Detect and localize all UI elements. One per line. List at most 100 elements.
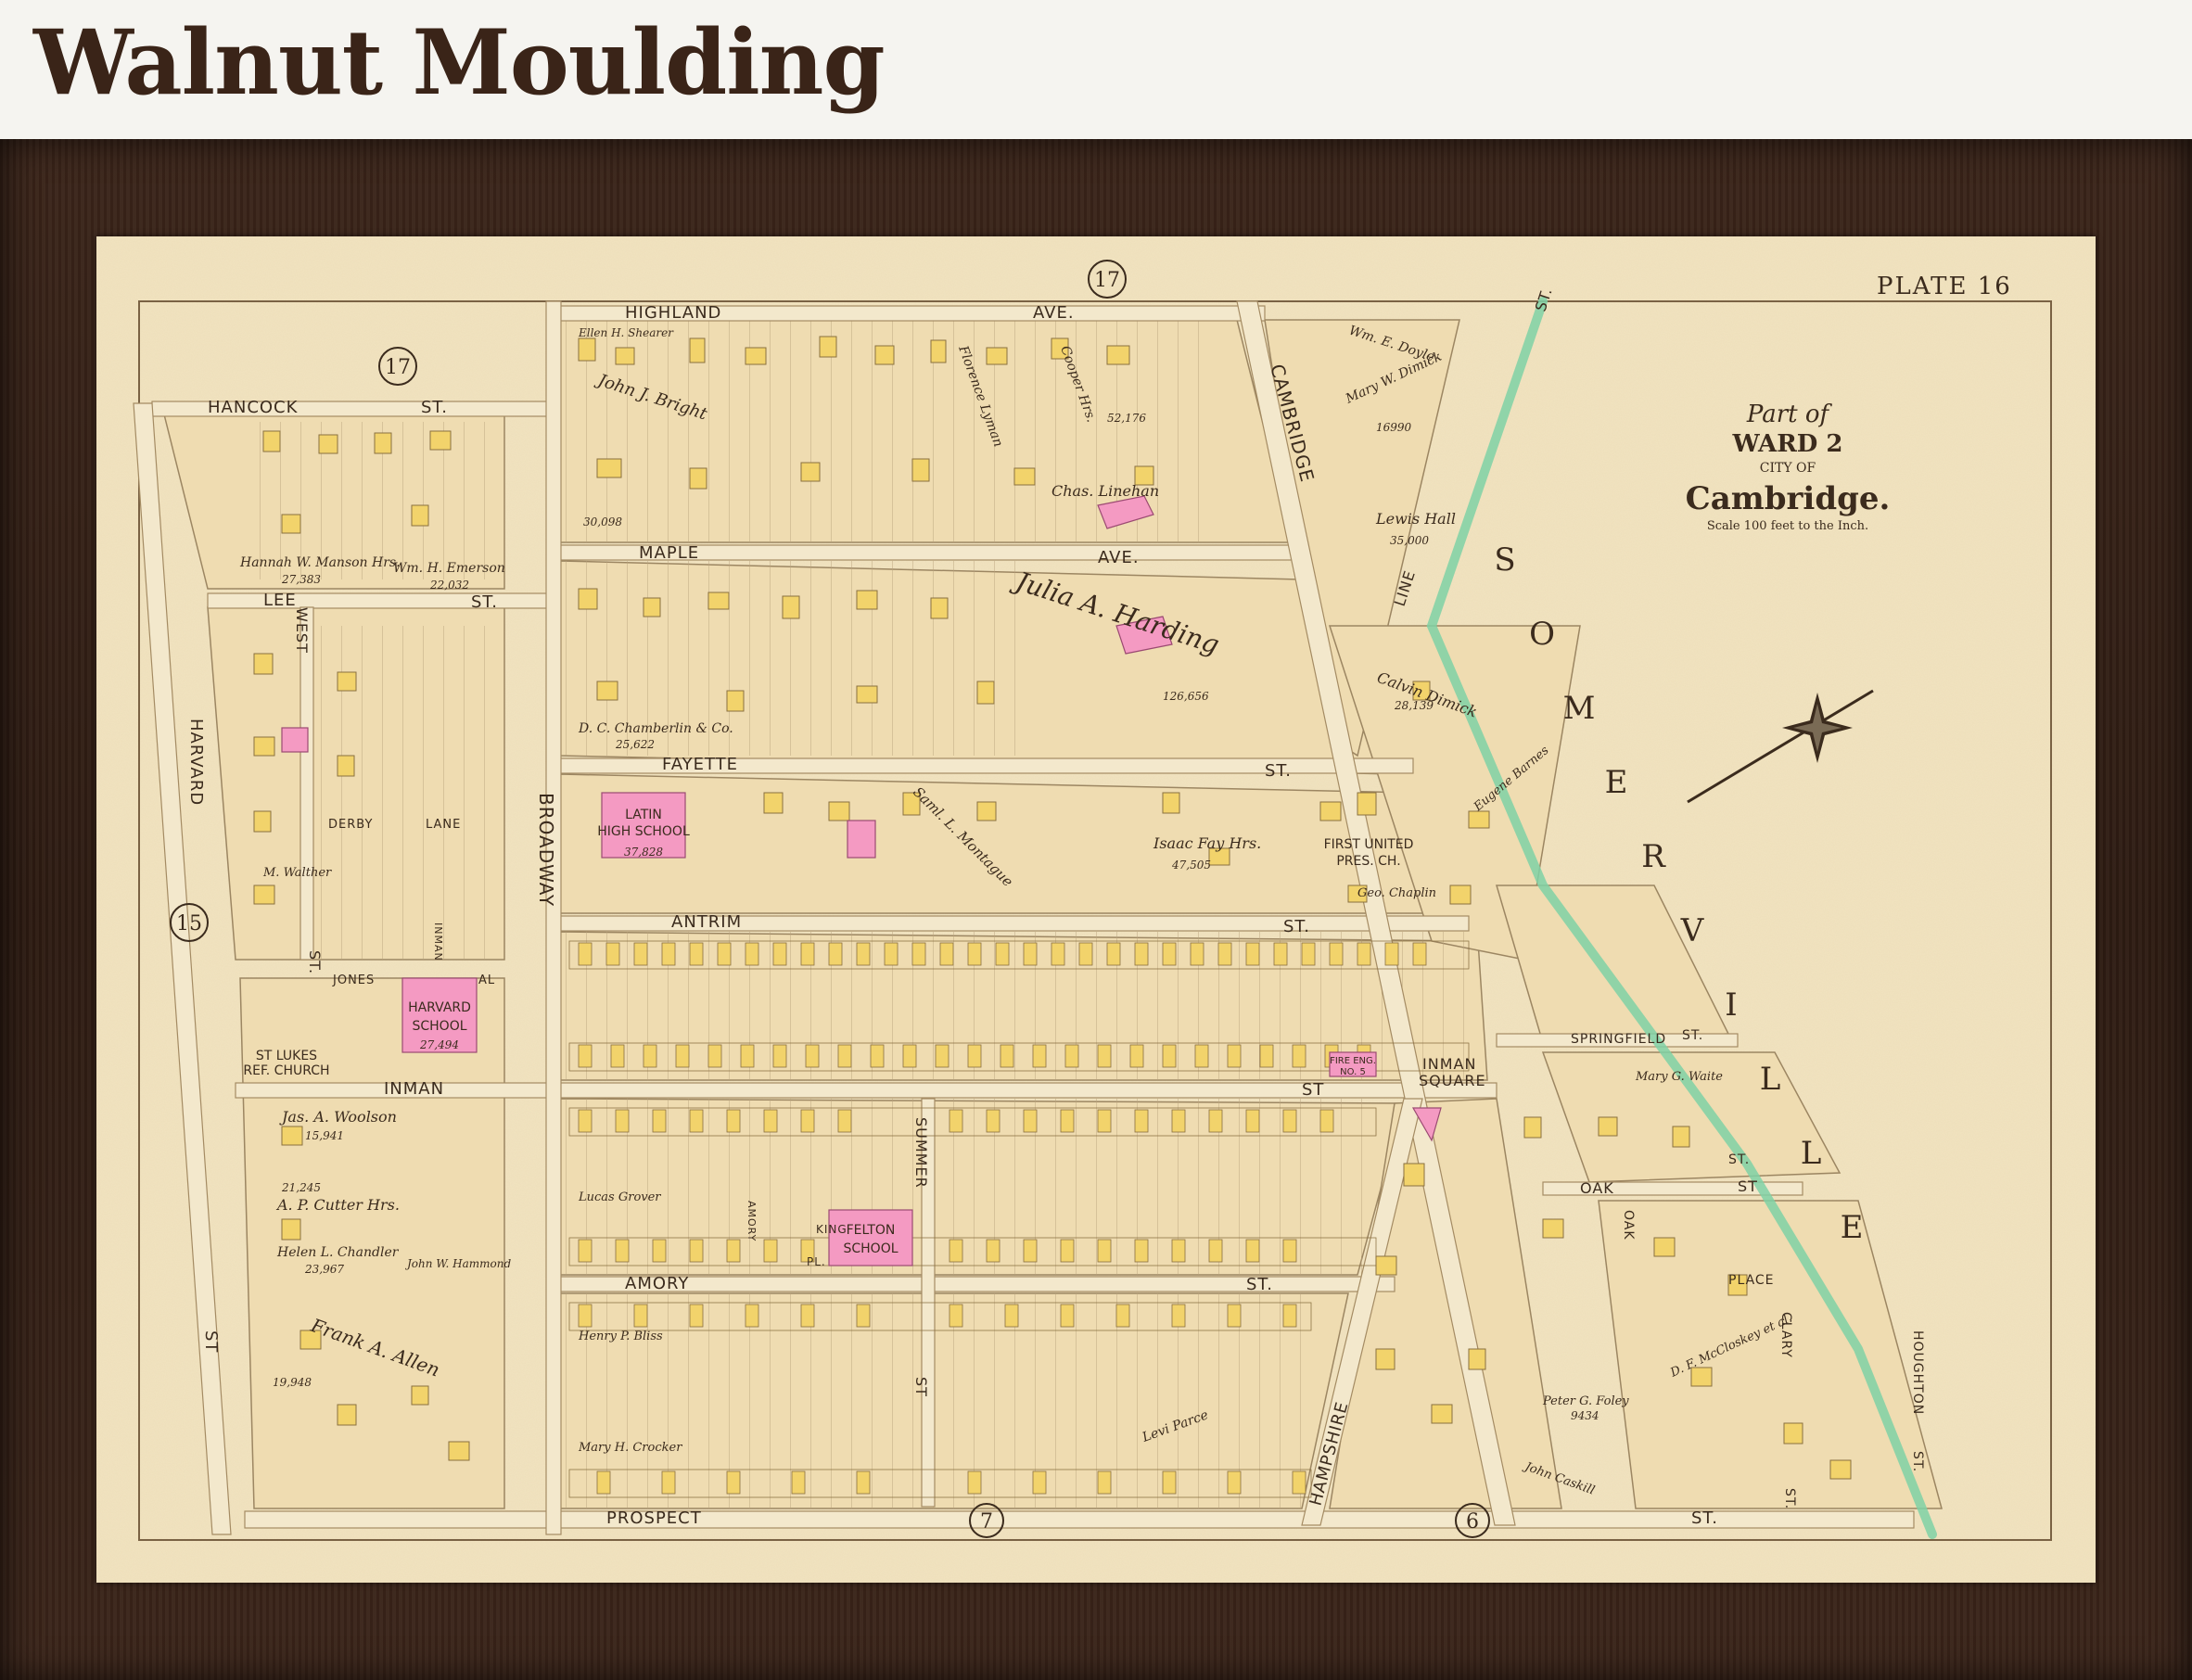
label-springfield-st: ST.	[1682, 1028, 1703, 1043]
label-west: WEST	[293, 607, 311, 654]
label-lane: LANE	[426, 818, 461, 832]
label-clary-st: ST.	[1782, 1488, 1797, 1509]
label-harvard: HARVARD	[186, 719, 206, 806]
harvard-school-label-2: SCHOOL	[412, 1019, 466, 1034]
owner-lewis-hall: Lewis Hall	[1375, 510, 1456, 528]
svg-text:M: M	[1563, 690, 1598, 727]
label-antrim-st: ST.	[1283, 917, 1310, 936]
label-oak-vertical: OAK	[1621, 1210, 1636, 1241]
svg-text:R: R	[1641, 838, 1667, 875]
page-title: Walnut Moulding	[33, 10, 886, 115]
label-oak: OAK	[1580, 1179, 1614, 1197]
area-julia-harding: 126,656	[1163, 690, 1209, 703]
owner-wm-emerson: Wm. H. Emerson	[393, 561, 505, 576]
st-lukes-label-1: ST LUKES	[256, 1049, 317, 1063]
first-united-label-2: PRES. CH.	[1336, 854, 1400, 869]
svg-text:I: I	[1725, 986, 1739, 1024]
svg-text:Scale 100 feet to the Inch.: Scale 100 feet to the Inch.	[1707, 519, 1868, 533]
ward-circle-15: 15	[176, 912, 202, 935]
st-lukes-pink	[281, 727, 309, 753]
area-jas-woolson: 15,941	[305, 1129, 344, 1142]
owner-mary-waite: Mary G. Waite	[1635, 1070, 1723, 1084]
map-canvas[interactable]: PLATE 16 Part of WARD 2 CITY OF Cambridg…	[96, 236, 2096, 1583]
label-amory-st: ST.	[1246, 1275, 1273, 1294]
label-oak-st: ST	[1738, 1177, 1758, 1195]
label-antrim: ANTRIM	[671, 912, 742, 932]
st-lukes-label-2: REF. CHURCH	[243, 1063, 329, 1078]
label-highland: HIGHLAND	[625, 303, 721, 323]
label-al: AL	[478, 974, 495, 987]
label-inman-square-2: SQUARE	[1419, 1072, 1486, 1089]
map-mat[interactable]: PLATE 16 Part of WARD 2 CITY OF Cambridg…	[96, 236, 2096, 1583]
page-header: Walnut Moulding	[0, 0, 2192, 139]
plate-label: PLATE 16	[1877, 273, 2012, 300]
broadway	[545, 300, 562, 1535]
label-st-small: ST.	[1728, 1152, 1750, 1167]
area-john-bright: 30,098	[583, 515, 622, 528]
owner-hannah-manson: Hannah W. Manson Hrs.	[239, 555, 401, 570]
pink-church-block	[847, 820, 876, 859]
area-mary-dimick: 16990	[1376, 421, 1412, 434]
owner-jas-woolson: Jas. A. Woolson	[279, 1108, 397, 1126]
owner-ellen-shearer: Ellen H. Shearer	[578, 326, 674, 339]
owner-lucas-grover: Lucas Grover	[578, 1190, 661, 1204]
ward-circle-17b: 17	[385, 356, 411, 379]
label-place: PLACE	[1728, 1273, 1775, 1288]
svg-text:S: S	[1494, 541, 1517, 579]
owner-henry-bliss: Henry P. Bliss	[578, 1330, 663, 1343]
ward-circle-6: 6	[1466, 1510, 1479, 1534]
owner-cutter-hrs: A. P. Cutter Hrs.	[275, 1196, 400, 1214]
label-prospect: PROSPECT	[606, 1508, 702, 1528]
label-king: KING	[816, 1223, 847, 1236]
owner-peter-foley: Peter G. Foley	[1542, 1394, 1629, 1408]
area-chamberlin: 25,622	[615, 738, 655, 751]
area-chas-linehan: 52,176	[1107, 412, 1146, 425]
label-inman-st: ST	[1302, 1080, 1324, 1100]
area-frank-allen: 19,948	[273, 1376, 312, 1389]
harvard-school-area: 27,494	[419, 1038, 459, 1051]
owner-isaac-fay: Isaac Fay Hrs.	[1153, 834, 1261, 852]
area-peter-foley: 9434	[1571, 1409, 1599, 1422]
label-hancock: HANCOCK	[208, 398, 299, 417]
label-amory-pl: AMORY	[746, 1201, 758, 1241]
svg-text:E: E	[1841, 1209, 1866, 1246]
label-springfield: SPRINGFIELD	[1571, 1032, 1666, 1047]
fire-eng-label-2: NO. 5	[1340, 1067, 1366, 1077]
label-summer: SUMMER	[912, 1117, 930, 1189]
svg-text:L: L	[1760, 1061, 1783, 1098]
west-st	[299, 606, 314, 961]
area-wm-emerson: 22,032	[429, 579, 469, 592]
label-lee-st: ST.	[471, 592, 498, 612]
owner-john-hammond: John W. Hammond	[404, 1257, 512, 1270]
svg-text:O: O	[1529, 616, 1557, 653]
svg-text:E: E	[1605, 764, 1630, 801]
felton-label-2: SCHOOL	[843, 1241, 898, 1256]
prospect-st	[244, 1510, 1915, 1529]
area-lewis-hall: 35,000	[1390, 534, 1429, 547]
owner-chas-linehan: Chas. Linehan	[1051, 482, 1159, 500]
label-hancock-st: ST.	[421, 398, 448, 417]
owner-m-walther: M. Walther	[262, 866, 332, 880]
label-houghton: HOUGHTON	[1910, 1330, 1925, 1415]
owner-mary-crocker: Mary H. Crocker	[578, 1441, 682, 1455]
label-fayette-st: ST.	[1265, 761, 1292, 781]
label-derby: DERBY	[328, 818, 373, 832]
label-jones: JONES	[332, 974, 375, 987]
fire-eng-label-1: FIRE ENG.	[1330, 1056, 1376, 1066]
area-isaac-fay: 47,505	[1171, 859, 1211, 872]
label-summer-st: ST	[912, 1377, 930, 1397]
latin-label-2: HIGH SCHOOL	[597, 824, 690, 839]
owner-helen-chandler: Helen L. Chandler	[276, 1245, 400, 1260]
svg-text:L: L	[1801, 1135, 1824, 1172]
svg-text:WARD 2: WARD 2	[1731, 430, 1842, 458]
svg-text:Part of: Part of	[1746, 401, 1833, 428]
ward-circle-7: 7	[980, 1510, 993, 1534]
label-broadway: BROADWAY	[535, 793, 557, 907]
ward-circle-17a: 17	[1094, 269, 1120, 292]
label-inman: INMAN	[384, 1079, 444, 1099]
lee-st	[207, 592, 561, 609]
label-west-st: ST.	[306, 950, 324, 974]
label-highland-ave: AVE.	[1033, 303, 1075, 323]
label-prospect-st: ST.	[1691, 1508, 1718, 1528]
felton-school	[828, 1209, 913, 1266]
